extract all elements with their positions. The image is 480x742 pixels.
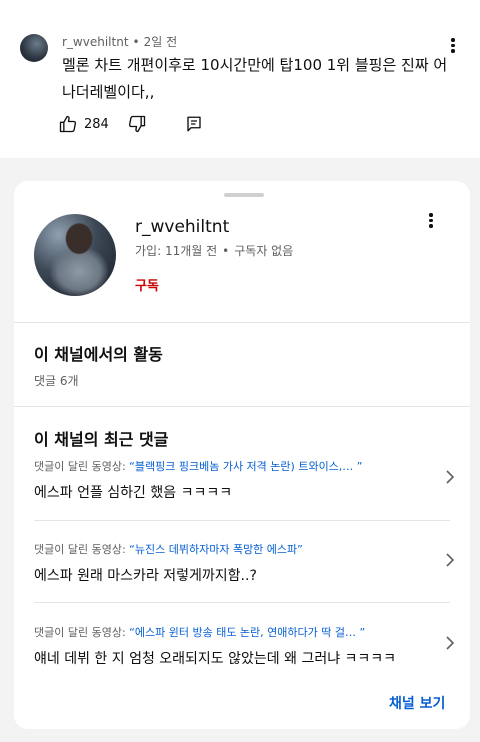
recent-comment-text: 에스파 원래 마스카라 저렇게까지함..? [34,568,257,584]
chevron-right-icon[interactable] [445,553,455,567]
info-separator: • [222,244,230,258]
subscribe-button[interactable]: 구독 [135,275,159,294]
comment-meta: r_wvehiltnt • 2일 전 [62,33,177,50]
video-source: 댓글이 달린 동영상: “블랙핑크 핑크베놈 가사 저격 논란) 트와이스,… … [34,458,434,474]
channel-sheet: r_wvehiltnt 가입: 11개월 전 • 구독자 없음 구독 이 채널에서의… [14,181,470,729]
comment-card: r_wvehiltnt • 2일 전 멜론 차트 개편이후로 10시간만에 탑100… [0,0,480,158]
channel-subscribers: 구독자 없음 [234,244,294,258]
comment-text: 멜론 차트 개편이후로 10시간만에 탑100 1위 블핑은 진짜 어나더레벨이… [62,56,448,101]
channel-name: r_wvehiltnt [135,217,230,237]
video-source: 댓글이 달린 동영상: “뉴진스 데뷔하자마자 폭망한 에스파” [34,541,434,557]
activity-count: 댓글 6개 [34,374,79,388]
comment-time: 2일 전 [143,35,178,49]
thumbs-up-icon[interactable] [58,114,78,134]
video-prefix: 댓글이 달린 동영상: [34,460,126,473]
divider [34,520,450,521]
avatar[interactable] [20,34,48,62]
view-channel-button[interactable]: 채널 보기 [389,693,445,713]
divider [14,406,470,407]
like-count: 284 [84,116,109,132]
chevron-right-icon[interactable] [445,470,455,484]
chevron-right-icon[interactable] [445,636,455,650]
video-title-link[interactable]: “뉴진스 데뷔하자마자 폭망한 에스파” [129,543,303,556]
meta-separator: • [132,35,140,49]
thumbs-down-icon[interactable] [127,114,147,134]
video-prefix: 댓글이 달린 동영상: [34,543,126,556]
channel-menu-icon[interactable] [424,211,438,233]
recent-comments-title: 이 채널의 최근 댓글 [34,430,169,449]
video-title-link[interactable]: “블랙핑크 핑크베놈 가사 저격 논란) 트와이스,… ” [129,460,362,473]
video-title-link[interactable]: “에스파 윈터 방송 태도 논란, 연애하다가 딱 걸… ” [129,626,365,639]
divider [34,602,450,603]
channel-joined: 가입: 11개월 전 [135,244,218,258]
channel-info: 가입: 11개월 전 • 구독자 없음 [135,242,293,259]
divider [14,322,470,323]
video-prefix: 댓글이 달린 동영상: [34,626,126,639]
activity-title: 이 채널에서의 활동 [34,345,163,364]
video-source: 댓글이 달린 동영상: “에스파 윈터 방송 태도 논란, 연애하다가 딱 걸…… [34,624,434,640]
comment-actions: 284 [58,113,203,135]
comment-username[interactable]: r_wvehiltnt [62,35,129,49]
recent-comment-text: 에스파 언플 심하긴 했음 ㅋㅋㅋㅋ [34,485,233,501]
reply-icon[interactable] [185,115,203,133]
recent-comment-text: 얘네 데뷔 한 지 엄청 오래되지도 않았는데 왜 그러냐 ㅋㅋㅋㅋ [34,651,397,667]
sheet-drag-handle[interactable] [224,193,264,197]
channel-avatar[interactable] [34,214,116,296]
